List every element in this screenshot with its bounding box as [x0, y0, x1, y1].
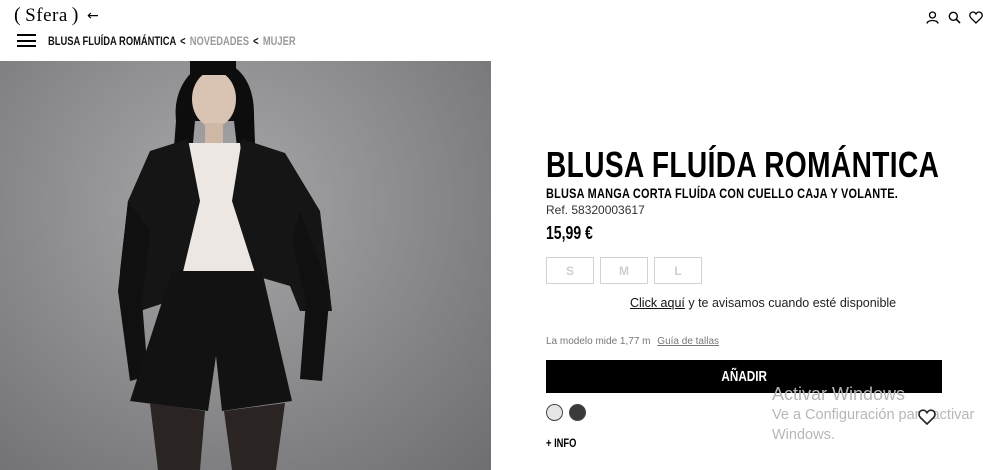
- notify-text: y te avisamos cuando esté disponible: [684, 296, 897, 310]
- color-swatches: [546, 404, 586, 421]
- heart-icon[interactable]: [969, 10, 983, 24]
- more-info-label: + INFO: [546, 436, 577, 450]
- stock-notify: Click aquí y te avisamos cuando esté dis…: [630, 296, 896, 310]
- notify-link[interactable]: Click aquí: [630, 296, 685, 310]
- product-title-text: BLUSA FLUÍDA ROMÁNTICA: [546, 144, 940, 185]
- logo-paren-open: (: [14, 4, 22, 26]
- add-to-cart-label: AÑADIR: [721, 368, 767, 385]
- product-description: BLUSA MANGA CORTA FLUÍDA CON CUELLO CAJA…: [546, 185, 983, 201]
- breadcrumb-current: BLUSA FLUÍDA ROMÁNTICA: [48, 34, 176, 48]
- breadcrumb-novedades[interactable]: NOVEDADES: [190, 34, 249, 48]
- model-height-text: La modelo mide 1,77 m: [546, 336, 651, 347]
- add-to-cart-button[interactable]: AÑADIR: [546, 360, 942, 393]
- product-price-text: 15,99 €: [546, 223, 593, 243]
- model-photo-illustration: [118, 61, 332, 470]
- breadcrumb: BLUSA FLUÍDA ROMÁNTICA < NOVEDADES < MUJ…: [48, 34, 365, 48]
- logo-paren-close: ): [71, 4, 79, 26]
- model-info: La modelo mide 1,77 m Guía de tallas: [546, 336, 719, 347]
- wishlist-heart-icon[interactable]: [918, 409, 936, 426]
- header-icons: [925, 10, 983, 24]
- breadcrumb-mujer[interactable]: MUJER: [263, 34, 296, 48]
- more-info-toggle[interactable]: + INFO: [546, 436, 585, 450]
- user-icon[interactable]: [925, 10, 939, 24]
- back-arrow-icon[interactable]: ←: [87, 8, 99, 24]
- product-image[interactable]: [0, 61, 491, 470]
- product-price: 15,99 €: [546, 223, 606, 243]
- size-selector: S M L: [546, 257, 702, 284]
- logo-text: Sfera: [25, 4, 68, 26]
- search-icon[interactable]: [947, 10, 961, 24]
- size-option-s[interactable]: S: [546, 257, 594, 284]
- sfera-logo[interactable]: ( Sfera ) ←: [14, 4, 99, 27]
- menu-icon[interactable]: [17, 34, 36, 47]
- breadcrumb-separator: <: [253, 34, 259, 48]
- color-swatch-light[interactable]: [546, 404, 563, 421]
- size-option-l[interactable]: L: [654, 257, 702, 284]
- color-swatch-dark[interactable]: [569, 404, 586, 421]
- size-guide-link[interactable]: Guía de tallas: [657, 336, 719, 347]
- watermark-line-2: Ve a Configuración para activar: [772, 407, 975, 423]
- product-title: BLUSA FLUÍDA ROMÁNTICA: [546, 146, 983, 184]
- product-reference: Ref. 58320003617: [546, 203, 645, 217]
- watermark-line-3: Windows.: [772, 427, 835, 443]
- breadcrumb-separator: <: [180, 34, 186, 48]
- size-option-m[interactable]: M: [600, 257, 648, 284]
- product-description-text: BLUSA MANGA CORTA FLUÍDA CON CUELLO CAJA…: [546, 185, 899, 201]
